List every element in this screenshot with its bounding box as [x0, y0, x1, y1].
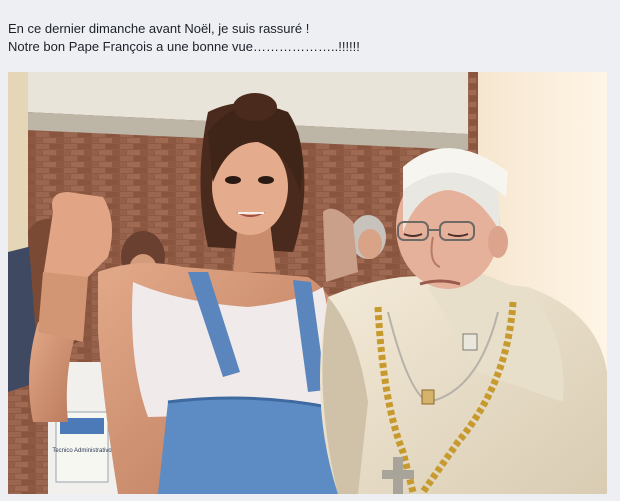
- denim-bib: [158, 398, 338, 494]
- post-caption: En ce dernier dimanche avant Noël, je su…: [8, 20, 608, 56]
- photo-illustration: Tecnico Administrativo: [8, 72, 607, 494]
- conference-badge: Tecnico Administrativo: [52, 411, 112, 483]
- caption-line-2: Notre bon Pape François a une bonne vue……: [8, 39, 360, 54]
- caption-line-1: En ce dernier dimanche avant Noël, je su…: [8, 21, 310, 36]
- post: En ce dernier dimanche avant Noël, je su…: [0, 0, 620, 501]
- badge-text: Tecnico Administrativo: [52, 448, 112, 454]
- post-photo[interactable]: Tecnico Administrativo: [8, 72, 607, 494]
